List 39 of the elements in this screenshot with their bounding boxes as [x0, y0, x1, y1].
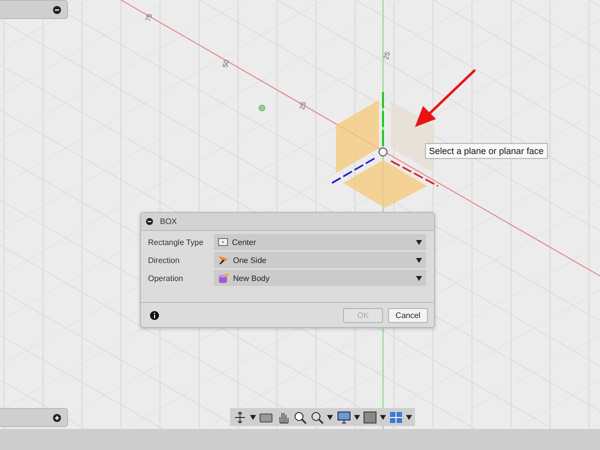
- zoom-window-icon[interactable]: [310, 410, 324, 424]
- expand-icon[interactable]: [53, 414, 61, 422]
- caret-icon: [416, 276, 422, 280]
- flag-icon: [218, 255, 229, 265]
- rectangle-icon: [218, 238, 228, 246]
- arrow-pointer: [415, 69, 476, 127]
- caret-icon: [380, 414, 386, 420]
- monitor-icon[interactable]: [337, 410, 351, 424]
- caret-icon: [327, 414, 333, 420]
- caret-icon: [416, 258, 422, 262]
- dropdown[interactable]: New Body: [214, 270, 426, 286]
- browser-panel[interactable]: [0, 0, 68, 19]
- camera-icon[interactable]: [259, 410, 273, 424]
- square-icon[interactable]: [363, 410, 377, 424]
- caret-icon: [354, 414, 360, 420]
- zoom-icon[interactable]: [293, 410, 307, 424]
- z-axis-handle: [332, 156, 378, 184]
- dialog-title: BOX: [160, 217, 177, 226]
- caret-icon: [416, 240, 422, 244]
- cylinder-icon: [218, 272, 229, 284]
- origin-point: [378, 148, 388, 156]
- x-axis-handle: [390, 160, 438, 187]
- cancel-button[interactable]: Cancel: [388, 308, 428, 323]
- orbit-icon[interactable]: [233, 410, 247, 424]
- comments-panel[interactable]: [0, 408, 68, 427]
- tooltip: Select a plane or planar face: [425, 143, 548, 159]
- collapse-icon[interactable]: [53, 6, 61, 14]
- collapse-icon[interactable]: [146, 218, 153, 225]
- field-label: Rectangle Type: [148, 238, 204, 246]
- caret-icon: [406, 414, 412, 420]
- dropdown[interactable]: One Side: [214, 252, 426, 268]
- field-label: Direction: [148, 256, 181, 264]
- dropdown[interactable]: Center: [214, 234, 426, 250]
- y-axis-handle: [382, 92, 384, 146]
- caret-icon: [250, 414, 256, 420]
- point-marker: [258, 104, 266, 112]
- info-icon[interactable]: [150, 311, 159, 320]
- field-label: Operation: [148, 274, 184, 282]
- grid-layout-icon[interactable]: [389, 410, 403, 424]
